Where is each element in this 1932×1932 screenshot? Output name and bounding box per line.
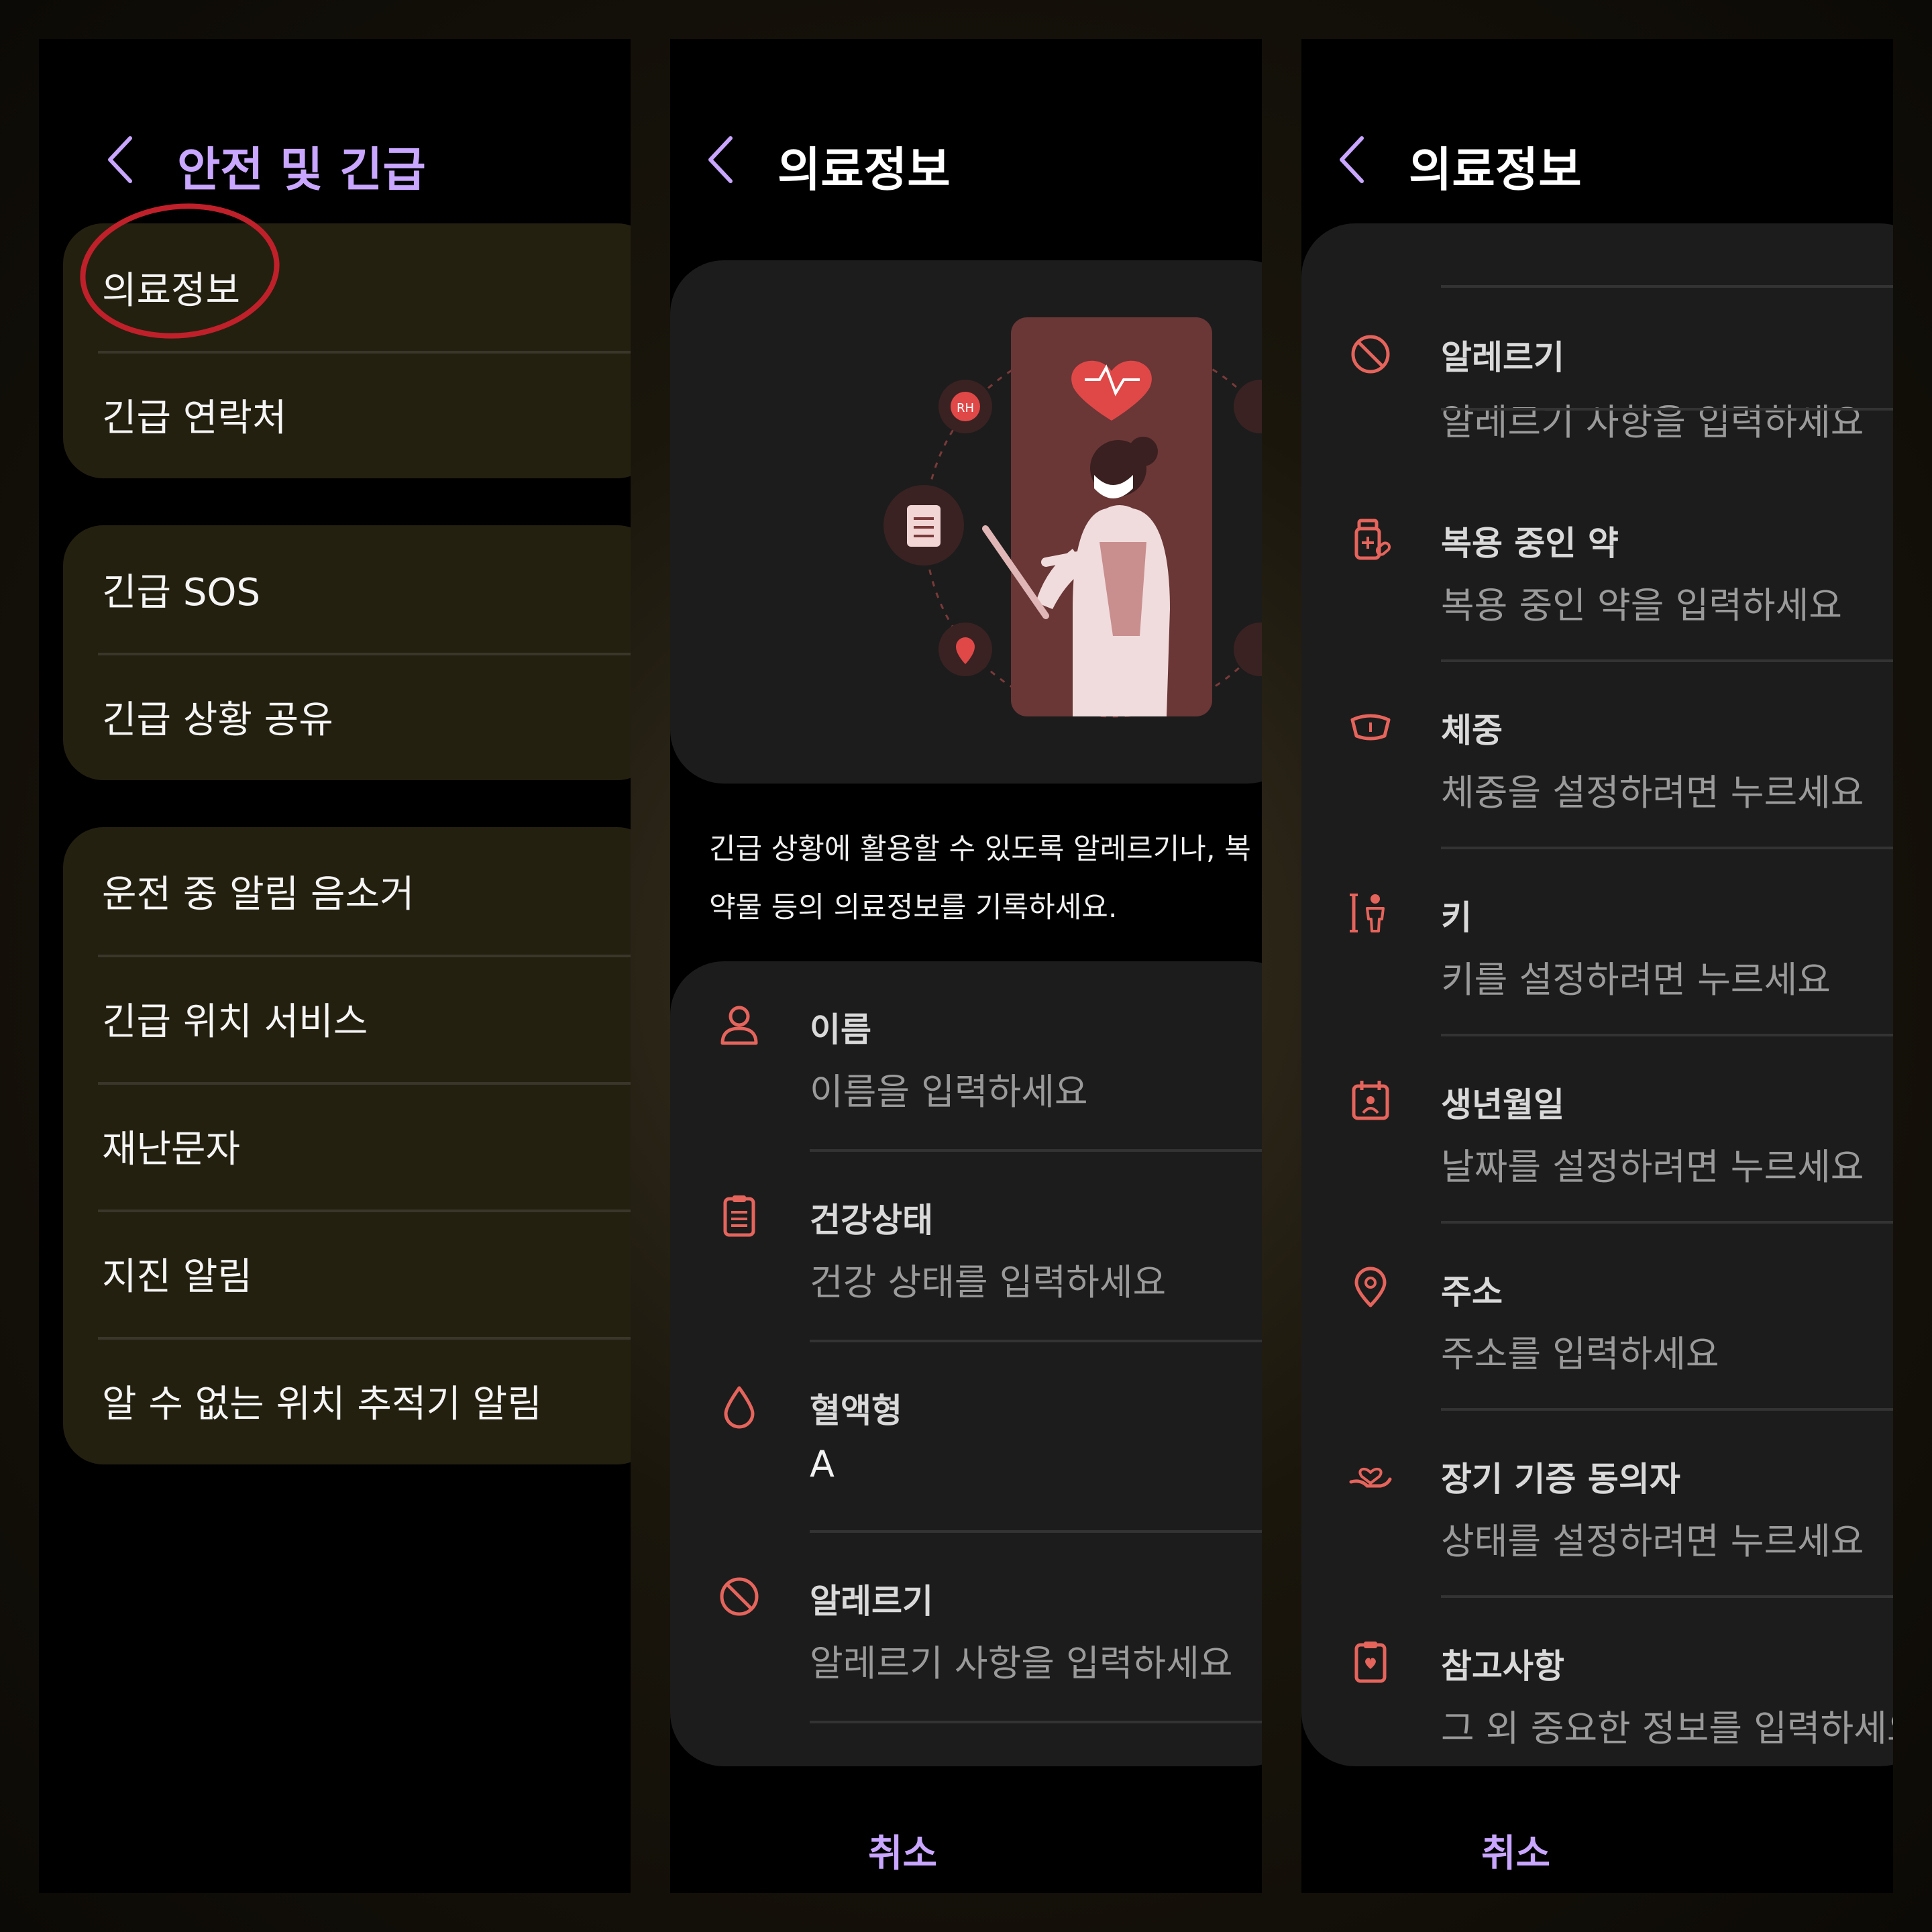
menu-item-emergency-contacts[interactable]: 긴급 연락처: [63, 351, 631, 478]
chevron-left-icon: [108, 136, 132, 183]
medicine-icon: [1347, 515, 1394, 562]
chevron-left-icon: [708, 136, 733, 183]
menu-item-medical-info[interactable]: 의료정보: [63, 223, 631, 351]
field-label: 주소: [1441, 1273, 1503, 1311]
doctor-illustration: RH: [883, 317, 1262, 718]
field-notes[interactable]: 참고사항 그 외 중요한 정보를 입력하세요: [1301, 1598, 1893, 1766]
field-label: 건강상태: [810, 1201, 933, 1240]
field-value: 주소를 입력하세요: [1441, 1333, 1719, 1375]
field-name[interactable]: 이름 이름을 입력하세요: [670, 961, 1262, 1152]
header: 의료정보: [1301, 39, 1893, 233]
field-label: 알레르기: [810, 1582, 933, 1621]
field-value: A: [810, 1443, 835, 1485]
description-text: 긴급 상황에 활용할 수 있도록 알레르기나, 복 약물 등의 의료정보를 기록…: [709, 833, 1251, 924]
notes-icon: [1347, 1638, 1394, 1685]
field-label: 복용 중인 약: [1441, 524, 1619, 563]
menu-item-earthquake-alert[interactable]: 지진 알림: [63, 1210, 631, 1337]
field-birthday[interactable]: 생년월일 날짜를 설정하려면 누르세요: [1301, 1036, 1893, 1224]
field-organ-donor[interactable]: 장기 기증 동의자 상태를 설정하려면 누르세요: [1301, 1411, 1893, 1598]
field-label: 체중: [1441, 711, 1503, 750]
menu-item-disaster-message[interactable]: 재난문자: [63, 1082, 631, 1210]
settings-group-2: 긴급 SOS 긴급 상황 공유: [63, 525, 631, 780]
location-icon: [1347, 1264, 1394, 1311]
field-blood-type[interactable]: 혈액형 A: [670, 1342, 1262, 1533]
back-button[interactable]: [704, 126, 751, 193]
field-value: 알레르기 사항을 입력하세요: [810, 1642, 1233, 1684]
page-title: 의료정보: [777, 142, 951, 197]
field-value: 체중을 설정하려면 누르세요: [1441, 771, 1864, 814]
field-allergy[interactable]: 알레르기 알레르기 사항을 입력하세요: [670, 1533, 1262, 1723]
scale-icon: [1347, 702, 1394, 749]
menu-item-emergency-sharing[interactable]: 긴급 상황 공유: [63, 653, 631, 780]
medical-field-list: 이름 이름을 입력하세요 건강상태 건강 상태를 입력하세요 혈액형 A 알레르…: [670, 961, 1262, 1766]
no-allergy-icon: [716, 1573, 763, 1620]
field-value: 이름을 입력하세요: [810, 1071, 1088, 1113]
field-value: 그 외 중요한 정보를 입력하세요: [1441, 1707, 1893, 1750]
field-label: 장기 기증 동의자: [1441, 1460, 1680, 1499]
field-label: 알레르기: [1441, 338, 1564, 377]
back-button[interactable]: [1335, 126, 1382, 193]
header: 안전 및 긴급: [39, 39, 631, 233]
menu-item-unknown-tracker[interactable]: 알 수 없는 위치 추적기 알림: [63, 1337, 631, 1464]
field-weight[interactable]: 체중 체중을 설정하려면 누르세요: [1301, 662, 1893, 849]
cancel-button[interactable]: 취소: [868, 1823, 937, 1878]
field-value: 복용 중인 약을 입력하세요: [1441, 584, 1842, 627]
page-title: 의료정보: [1409, 142, 1582, 197]
calendar-icon: [1347, 1077, 1394, 1124]
header: 의료정보: [670, 39, 1262, 233]
no-allergy-icon: [1347, 331, 1394, 378]
field-health-status[interactable]: 건강상태 건강 상태를 입력하세요: [670, 1152, 1262, 1342]
back-button[interactable]: [103, 126, 150, 193]
field-label: 생년월일: [1441, 1085, 1564, 1124]
person-icon: [716, 1002, 763, 1049]
field-address[interactable]: 주소 주소를 입력하세요: [1301, 1224, 1893, 1411]
medical-illustration: RH: [670, 260, 1262, 784]
field-value: 상태를 설정하려면 누르세요: [1441, 1520, 1864, 1562]
menu-item-driving-mute[interactable]: 운전 중 알림 음소거: [63, 827, 631, 955]
field-label: 키: [1441, 898, 1472, 937]
safety-emergency-panel: 안전 및 긴급 의료정보 긴급 연락처 긴급 SOS 긴급 상황 공유 운전 중…: [39, 39, 631, 1893]
organ-donor-icon: [1347, 1451, 1394, 1498]
field-value: 날짜를 설정하려면 누르세요: [1441, 1146, 1864, 1188]
rh-badge-text: RH: [957, 401, 974, 415]
clipboard-icon: [716, 1192, 763, 1239]
chevron-left-icon: [1340, 136, 1364, 183]
settings-group-3: 운전 중 알림 음소거 긴급 위치 서비스 재난문자 지진 알림 알 수 없는 …: [63, 827, 631, 1464]
menu-item-emergency-location[interactable]: 긴급 위치 서비스: [63, 955, 631, 1082]
medical-info-panel-scrolled: 의료정보 알레르기 알레르기 사항을 입력하세요 복용 중인 약 복용 중인 약…: [1301, 39, 1893, 1893]
field-label: 이름: [810, 1010, 871, 1049]
field-value: 키를 설정하려면 누르세요: [1441, 959, 1831, 1001]
field-label: 혈액형: [810, 1391, 902, 1430]
blood-drop-icon: [716, 1383, 763, 1430]
field-height[interactable]: 키 키를 설정하려면 누르세요: [1301, 849, 1893, 1036]
field-value: 건강 상태를 입력하세요: [810, 1261, 1167, 1303]
medical-info-panel: 의료정보 RH 긴급 상황에 활용할 수 있도록 알레르기나, 복 약물 등의 …: [670, 39, 1262, 1893]
menu-item-emergency-sos[interactable]: 긴급 SOS: [63, 525, 631, 653]
settings-group-1: 의료정보 긴급 연락처: [63, 223, 631, 478]
field-value: 알레르기 사항을 입력하세요: [1441, 401, 1864, 443]
page-title: 안전 및 긴급: [177, 142, 426, 197]
medical-field-list: 알레르기 알레르기 사항을 입력하세요 복용 중인 약 복용 중인 약을 입력하…: [1301, 223, 1893, 1766]
field-allergy[interactable]: 알레르기 알레르기 사항을 입력하세요: [1301, 223, 1893, 443]
field-label: 참고사항: [1441, 1647, 1564, 1686]
cancel-button[interactable]: 취소: [1481, 1823, 1550, 1878]
height-icon: [1347, 890, 1394, 936]
field-medication[interactable]: 복용 중인 약 복용 중인 약을 입력하세요: [1301, 475, 1893, 662]
